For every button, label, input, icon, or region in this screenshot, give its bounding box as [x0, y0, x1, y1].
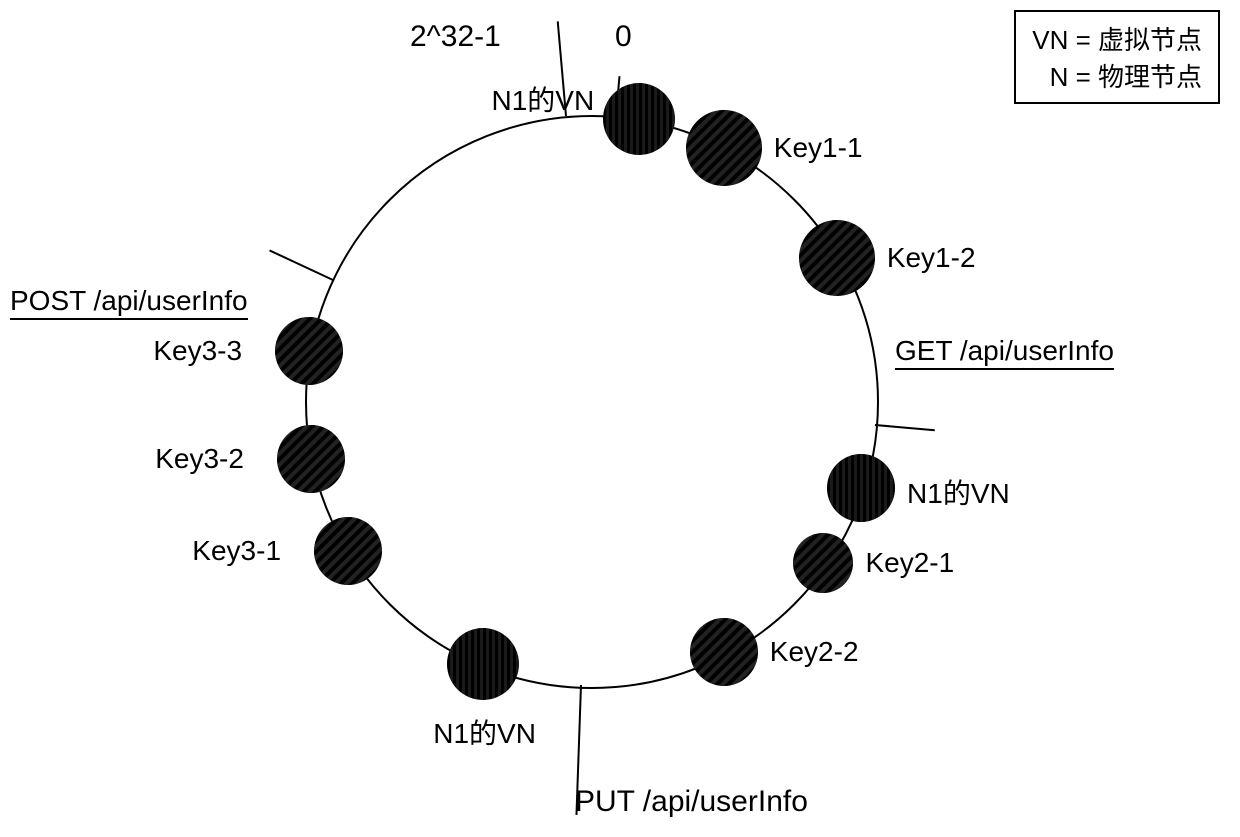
- node-label-vn1-right: N1的VN: [907, 472, 1010, 512]
- node-label-vn1-top: N1的VN: [491, 79, 594, 119]
- node-key3-3: [275, 317, 343, 385]
- node-vn1-bottom: [447, 628, 519, 700]
- tick-tick-get: [875, 424, 935, 431]
- request-post-text: POST /api/userInfo: [10, 285, 248, 320]
- node-label-key1-2: Key1-2: [887, 242, 976, 274]
- node-label-key3-2: Key3-2: [155, 443, 244, 475]
- request-put-text: PUT /api/userInfo: [575, 785, 808, 818]
- request-get-label: GET /api/userInfo: [895, 335, 1114, 367]
- node-key2-2: [690, 618, 758, 686]
- top-label-zero: 0: [615, 20, 632, 54]
- node-key2-1: [793, 533, 853, 593]
- request-post-label: POST /api/userInfo: [10, 285, 248, 317]
- node-label-key3-3: Key3-3: [153, 335, 242, 367]
- node-label-key3-1: Key3-1: [192, 535, 281, 567]
- request-put-label: PUT /api/userInfo: [575, 785, 808, 819]
- node-vn1-right: [827, 454, 895, 522]
- node-key1-1: [686, 110, 762, 186]
- tick-tick-post: [269, 249, 333, 280]
- node-label-key2-1: Key2-1: [865, 547, 954, 579]
- node-label-vn1-bottom: N1的VN: [433, 712, 536, 752]
- node-label-key1-1: Key1-1: [774, 132, 863, 164]
- top-label-max: 2^32-1: [410, 20, 501, 54]
- node-label-key2-2: Key2-2: [770, 636, 859, 668]
- request-get-text: GET /api/userInfo: [895, 335, 1114, 370]
- node-key3-1: [314, 517, 382, 585]
- diagram-stage: 2^32-1 0 POST /api/userInfo GET /api/use…: [0, 0, 1240, 837]
- hash-ring: [305, 115, 879, 689]
- node-key3-2: [277, 425, 345, 493]
- node-key1-2: [799, 220, 875, 296]
